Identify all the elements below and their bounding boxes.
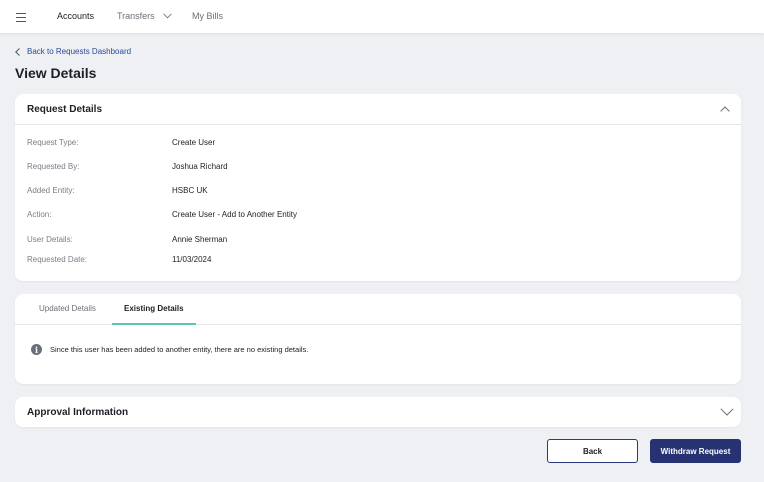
detail-label: Request Type: (27, 138, 79, 147)
detail-value: HSBC UK (172, 186, 208, 195)
nav-accounts[interactable]: Accounts (57, 11, 94, 21)
nav-transfers-label: Transfers (117, 11, 155, 21)
approval-information-title: Approval Information (27, 406, 129, 418)
request-details-title: Request Details (27, 103, 103, 115)
back-to-dashboard-link[interactable]: Back to Requests Dashboard (15, 47, 131, 56)
withdraw-request-button[interactable]: Withdraw Request (650, 439, 741, 463)
chevron-up-icon[interactable] (720, 106, 730, 112)
info-message: i Since this user has been added to anot… (31, 344, 308, 355)
back-link-label: Back to Requests Dashboard (27, 47, 132, 56)
info-message-text: Since this user has been added to anothe… (50, 345, 309, 354)
request-details-card: Request Details Request Type: Create Use… (15, 94, 741, 281)
detail-value: Create User - Add to Another Entity (172, 210, 297, 219)
back-button[interactable]: Back (547, 439, 638, 463)
detail-label: Requested Date: (27, 255, 88, 264)
detail-label: Requested By: (27, 162, 80, 171)
detail-value: 11/03/2024 (172, 255, 212, 264)
request-details-header[interactable]: Request Details (15, 94, 741, 125)
detail-label: Added Entity: (27, 186, 75, 195)
top-navigation: Accounts Transfers My Bills (0, 0, 764, 33)
info-icon: i (31, 344, 42, 355)
hamburger-icon[interactable] (16, 13, 26, 22)
nav-my-bills[interactable]: My Bills (192, 11, 223, 21)
detail-value: Annie Sherman (172, 235, 228, 244)
details-tabs-card: Updated Details Existing Details i Since… (15, 294, 741, 384)
approval-information-card[interactable]: Approval Information (15, 397, 741, 427)
chevron-down-icon[interactable] (720, 408, 734, 416)
detail-value: Create User (172, 138, 216, 147)
tab-existing-details[interactable]: Existing Details (112, 294, 196, 325)
detail-value: Joshua Richard (172, 162, 228, 171)
chevron-left-icon (15, 47, 20, 56)
chevron-down-icon (163, 11, 173, 21)
page-title: View Details (15, 65, 97, 81)
tabs-bar: Updated Details Existing Details (15, 294, 741, 325)
tab-updated-details[interactable]: Updated Details (27, 294, 108, 325)
detail-label: Action: (27, 210, 52, 219)
nav-transfers[interactable]: Transfers (117, 11, 173, 21)
detail-label: User Details: (27, 235, 73, 244)
